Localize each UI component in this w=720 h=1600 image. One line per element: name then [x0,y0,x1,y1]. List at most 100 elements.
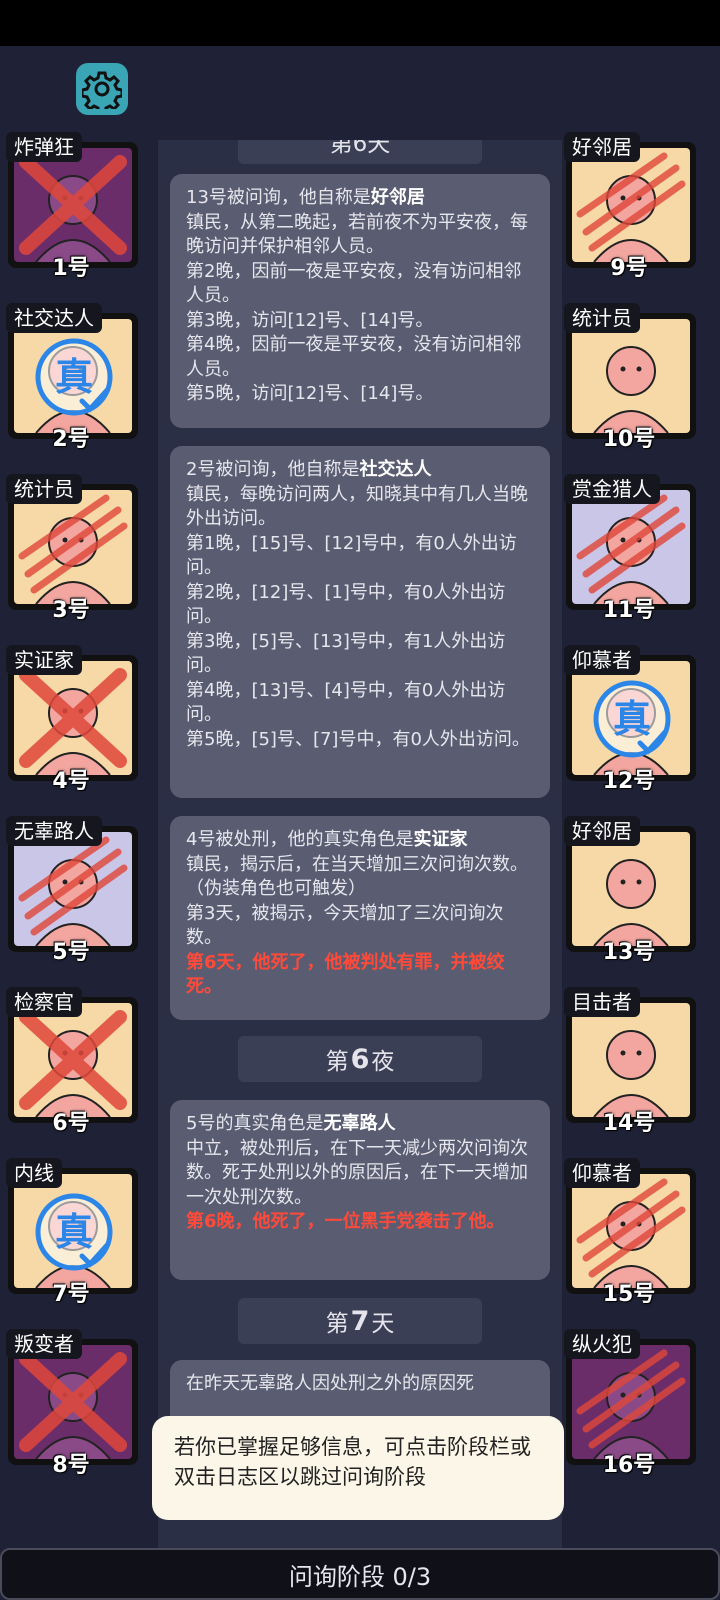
log-entry: 5号的真实角色是无辜路人 中立，被处刑后，在下一天减少两次问询次数。死于处刑以外… [170,1100,550,1280]
entry-line: 第2晚，因前一夜是平安夜，没有访问相邻人员。 [186,260,522,307]
entry-intro: 5号的真实角色是 [186,1113,324,1134]
role-label: 统计员 [564,303,640,333]
eliminated-cross-icon [19,155,127,255]
role-label: 目击者 [564,987,640,1017]
verified-true-icon: 真 [35,338,113,416]
log-entry: 13号被问询，他自称是好邻居 镇民，从第二晚起，若前夜不为平安夜，每晚访问并保护… [170,174,550,428]
role-label: 赏金猎人 [564,474,660,504]
log-entry: 2号被问询，他自称是社交达人 镇民，每晚访问两人，知晓其中有几人当晚外出访问。 … [170,446,550,798]
player-number: 7号 [52,1282,90,1307]
player-card[interactable]: 真 内线 7号 [2,1158,140,1307]
entry-intro: 13号被问询，他自称是 [186,187,371,208]
player-number: 2号 [52,427,90,452]
claw-slash-icon [18,494,128,594]
entry-line: 第2晚，[12]号、[1]号中，有0人外出访问。 [186,581,506,628]
entry-intro: 在昨天无辜路人因处刑之外的原因死 [186,1373,474,1394]
player-card[interactable]: 无辜路人 5号 [2,816,140,965]
player-number: 15号 [602,1282,656,1307]
entry-line: 第5晚，访问[12]号、[14]号。 [186,383,434,404]
player-number: 3号 [52,598,90,623]
log-entry: 4号被处刑，他的真实角色是实证家 镇民，揭示后，在当天增加三次问询次数。（伪装角… [170,816,550,1020]
player-card[interactable]: 仰慕者 15号 [560,1158,698,1307]
entry-line: 镇民，每晚访问两人，知晓其中有几人当晚外出访问。 [186,483,528,530]
day-header-top: 第6天 [238,140,482,164]
phase-bar[interactable]: 问询阶段 0/3 [0,1548,720,1600]
player-card[interactable]: 统计员 3号 [2,474,140,623]
role-label: 检察官 [6,987,82,1017]
svg-text:真: 真 [55,355,93,399]
role-label: 仰慕者 [564,645,640,675]
entry-role: 好邻居 [370,187,425,208]
entry-line: 第5晚，[5]号、[7]号中，有0人外出访问。 [186,728,530,750]
role-label: 好邻居 [564,816,640,846]
player-card[interactable]: 炸弹狂 1号 [2,132,140,281]
player-card[interactable]: 真 仰慕者 12号 [560,645,698,794]
svg-text:真: 真 [613,697,651,741]
entry-intro: 4号被处刑，他的真实角色是 [186,829,414,850]
player-number: 6号 [52,1111,90,1136]
entry-line: 第3晚，[5]号、[13]号中，有1人外出访问。 [186,630,506,677]
settings-button[interactable] [76,63,128,115]
player-card[interactable]: 纵火犯 16号 [560,1329,698,1478]
player-card[interactable]: 统计员 10号 [560,303,698,452]
player-number: 10号 [602,427,656,452]
entry-death-line: 第6天，他死了，他被判处有罪，并被绞死。 [186,951,505,998]
player-number: 11号 [602,598,656,623]
eliminated-cross-icon [19,1352,127,1452]
phase-label: 问询阶段 0/3 [288,1562,432,1591]
player-card[interactable]: 实证家 4号 [2,645,140,794]
character-portrait [572,1003,690,1117]
player-number: 12号 [602,769,656,794]
player-number: 14号 [602,1111,656,1136]
hint-text: 若你已掌握足够信息，可点击阶段栏或双击日志区以跳过问询阶段 [174,1435,531,1489]
player-card[interactable]: 真 社交达人 2号 [2,303,140,452]
entry-role: 实证家 [413,829,468,850]
hint-toast: 若你已掌握足够信息，可点击阶段栏或双击日志区以跳过问询阶段 [152,1416,564,1520]
eliminated-cross-icon [19,668,127,768]
player-number: 13号 [602,940,656,965]
player-card[interactable]: 目击者 14号 [560,987,698,1136]
role-label: 好邻居 [564,132,640,162]
player-card[interactable]: 检察官 6号 [2,987,140,1136]
entry-intro: 2号被问询，他自称是 [186,459,360,480]
player-card[interactable]: 赏金猎人 11号 [560,474,698,623]
player-card[interactable]: 叛变者 8号 [2,1329,140,1478]
entry-line: 第1晚，[15]号、[12]号中，有0人外出访问。 [186,532,517,579]
role-label: 内线 [6,1158,62,1188]
role-label: 纵火犯 [564,1329,640,1359]
player-number: 1号 [52,256,90,281]
entry-line: 第4晚，[13]号、[4]号中，有0人外出访问。 [186,679,506,726]
player-number: 5号 [52,940,90,965]
status-bar [0,0,720,46]
entry-role: 社交达人 [359,459,432,480]
character-portrait [572,319,690,433]
claw-slash-icon [576,494,686,594]
role-label: 无辜路人 [6,816,102,846]
claw-slash-icon [576,1178,686,1278]
log-panel[interactable]: 第6天 13号被问询，他自称是好邻居 镇民，从第二晚起，若前夜不为平安夜，每晚访… [158,140,562,1548]
role-label: 叛变者 [6,1329,82,1359]
day-header: 第7天 [238,1298,482,1344]
role-label: 统计员 [6,474,82,504]
night-header: 第6夜 [238,1036,482,1082]
entry-line: 镇民，从第二晚起，若前夜不为平安夜，每晚访问并保护相邻人员。 [186,211,528,258]
character-portrait [572,832,690,946]
claw-slash-icon [18,836,128,936]
gear-icon [82,71,122,109]
role-label: 炸弹狂 [6,132,82,162]
player-card[interactable]: 好邻居 13号 [560,816,698,965]
eliminated-cross-icon [19,1010,127,1110]
verified-true-icon: 真 [35,1193,113,1271]
player-card[interactable]: 好邻居 9号 [560,132,698,281]
claw-slash-icon [576,1349,686,1449]
entry-line: 中立，被处刑后，在下一天减少两次问询次数。死于处刑以外的原因后，在下一天增加一次… [186,1137,528,1208]
player-number: 9号 [610,256,648,281]
verified-true-icon: 真 [593,680,671,758]
claw-slash-icon [576,152,686,252]
entry-line: 第3天，被揭示，今天增加了三次问询次数。 [186,902,504,949]
entry-line: 镇民，揭示后，在当天增加三次问询次数。（伪装角色也可触发） [186,853,528,900]
role-label: 仰慕者 [564,1158,640,1188]
svg-text:真: 真 [55,1210,93,1254]
entry-line: 第3晚，访问[12]号、[14]号。 [186,309,434,331]
entry-role: 无辜路人 [323,1113,396,1134]
